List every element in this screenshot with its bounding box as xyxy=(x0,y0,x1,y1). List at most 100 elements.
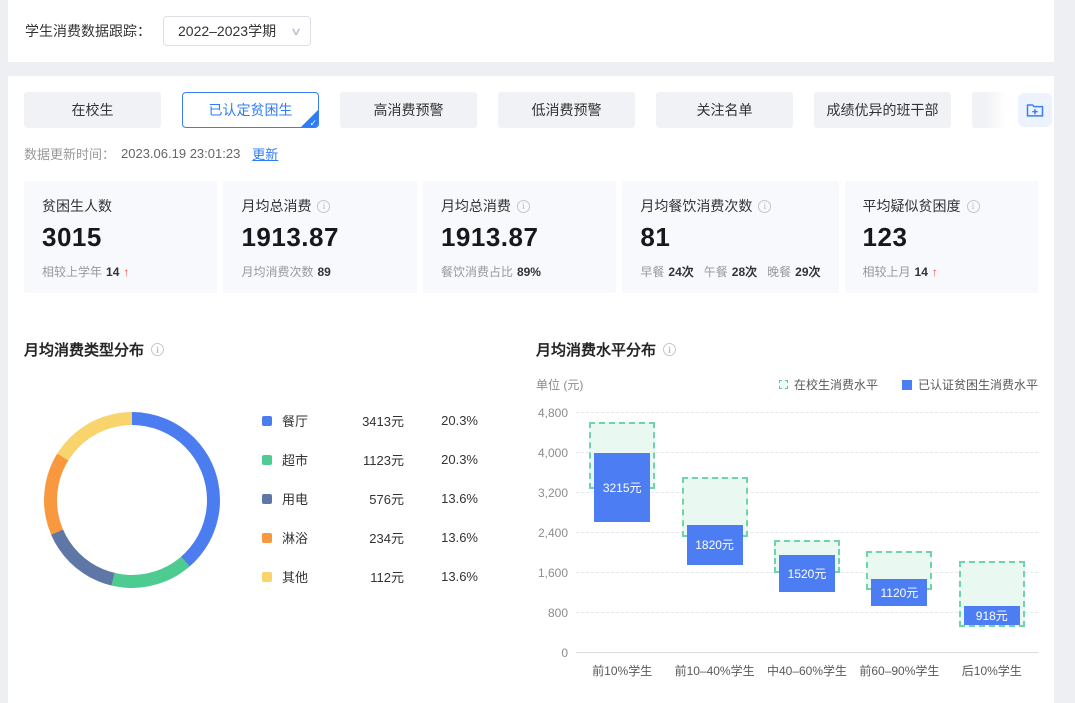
tab-label: 关注名单 xyxy=(697,100,753,120)
card-title-row: 月均总消费 i xyxy=(241,196,398,216)
card-value: 123 xyxy=(863,222,1020,253)
app-shell: 学生消费数据跟踪： 2022–2023学期 ∨ 在校生 已认定贫困生 ✓ 高消费预警 低… xyxy=(8,0,1054,703)
bar-chart-title-row: 月均消费水平分布 i xyxy=(536,339,1038,360)
card-value: 1913.87 xyxy=(441,222,598,253)
bar-chart-legend: 在校生消费水平 已认证贫困生消费水平 xyxy=(779,376,1038,393)
tab-label: 成绩优异的班干部 xyxy=(827,100,939,120)
legend-swatch xyxy=(262,455,272,465)
card-footer: 早餐24次 午餐28次 晚餐29次 xyxy=(640,263,820,280)
info-icon[interactable]: i xyxy=(758,200,771,213)
y-axis-tick: 0 xyxy=(536,646,568,660)
card-title-row: 月均餐饮消费次数 i xyxy=(640,196,820,216)
legend-swatch xyxy=(262,572,272,582)
trend-up-icon: ↑ xyxy=(123,265,129,279)
bar-chart-plot: 08001,6002,4003,2004,0004,8003215元前10%学生… xyxy=(536,413,1038,653)
x-axis-label: 前10–40%学生 xyxy=(668,662,760,679)
stat-card-monthly-total-1: 月均总消费 i 1913.87 月均消费次数 89 xyxy=(223,181,416,293)
info-icon[interactable]: i xyxy=(317,200,330,213)
bar-chart-meta-row: 单位 (元) 在校生消费水平 已认证贫困生消费水平 xyxy=(536,376,1038,393)
y-axis-tick: 4,000 xyxy=(536,446,568,460)
x-axis-label: 前10%学生 xyxy=(576,662,668,679)
card-title-row: 月均总消费 i xyxy=(441,196,598,216)
trend-up-icon: ↑ xyxy=(932,265,938,279)
tab-5[interactable]: 成绩优异的班干部 xyxy=(814,92,951,128)
pie-chart-body: 餐厅 3413元 20.3% 超市 1123元 20.3% 用电 xyxy=(24,412,492,602)
card-value: 1913.87 xyxy=(241,222,398,253)
card-value: 81 xyxy=(640,222,820,253)
info-icon[interactable]: i xyxy=(517,200,530,213)
tab-label: 高消费预警 xyxy=(374,100,444,120)
poor-student-bar: 918元 xyxy=(964,606,1020,626)
solid-swatch-icon xyxy=(902,380,912,390)
poor-student-bar: 1820元 xyxy=(687,525,743,565)
y-axis-tick: 1,600 xyxy=(536,566,568,580)
stat-card-poor-count: 贫困生人数 3015 相较上学年 14 ↑ xyxy=(24,181,217,293)
tab-3[interactable]: 低消费预警 xyxy=(498,92,635,128)
tab-partial-cutoff[interactable] xyxy=(972,92,1006,128)
add-group-button[interactable] xyxy=(1018,93,1052,127)
poor-student-bar: 1520元 xyxy=(779,555,835,592)
y-axis-tick: 3,200 xyxy=(536,486,568,500)
semester-select[interactable]: 2022–2023学期 ∨ xyxy=(163,16,311,46)
folder-plus-icon xyxy=(1025,100,1045,120)
data-update-bar: 数据更新时间： 2023.06.19 23:01:23 更新 xyxy=(24,144,1038,163)
legend-item-shower[interactable]: 淋浴 234元 13.6% xyxy=(262,524,492,551)
tab-1[interactable]: 已认定贫困生 ✓ xyxy=(182,92,319,128)
top-header-bar: 学生消费数据跟踪： 2022–2023学期 ∨ xyxy=(8,0,1054,62)
consumption-level-chart-section: 月均消费水平分布 i 单位 (元) 在校生消费水平 已认证贫困生消费水平 xyxy=(536,339,1038,653)
update-timestamp: 2023.06.19 23:01:23 xyxy=(121,146,240,161)
legend-item-canteen[interactable]: 餐厅 3413元 20.3% xyxy=(262,407,492,434)
charts-row: 月均消费类型分布 i 餐厅 3413元 20.3% xyxy=(24,339,1038,653)
info-icon[interactable]: i xyxy=(967,200,980,213)
pie-chart-title-row: 月均消费类型分布 i xyxy=(24,339,492,360)
legend-swatch xyxy=(262,533,272,543)
semester-select-value: 2022–2023学期 xyxy=(178,21,276,41)
card-footer: 月均消费次数 89 xyxy=(241,263,398,280)
legend-swatch xyxy=(262,494,272,504)
donut-chart xyxy=(44,412,220,588)
card-title: 月均总消费 xyxy=(241,196,311,216)
y-axis-unit-label: 单位 (元) xyxy=(536,376,583,393)
refresh-link[interactable]: 更新 xyxy=(252,144,278,163)
tab-2[interactable]: 高消费预警 xyxy=(340,92,477,128)
card-title-row: 贫困生人数 xyxy=(42,196,199,216)
pie-chart-title: 月均消费类型分布 xyxy=(24,339,144,360)
legend-item-other[interactable]: 其他 112元 13.6% xyxy=(262,563,492,590)
y-axis-tick: 800 xyxy=(536,606,568,620)
check-icon: ✓ xyxy=(309,118,317,128)
card-title: 月均总消费 xyxy=(441,196,511,216)
tab-label: 在校生 xyxy=(72,100,114,120)
dashed-swatch-icon xyxy=(779,380,788,389)
card-title: 月均餐饮消费次数 xyxy=(640,196,752,216)
donut-hole xyxy=(57,425,207,575)
tab-0[interactable]: 在校生 xyxy=(24,92,161,128)
info-icon[interactable]: i xyxy=(663,343,676,356)
info-icon[interactable]: i xyxy=(151,343,164,356)
tab-label: 已认定贫困生 xyxy=(209,100,293,120)
y-axis-tick: 2,400 xyxy=(536,526,568,540)
y-axis-tick: 4,800 xyxy=(536,406,568,420)
stat-card-poverty-index: 平均疑似贫困度 i 123 相较上月 14 ↑ xyxy=(845,181,1038,293)
bar-chart-title: 月均消费水平分布 xyxy=(536,339,656,360)
card-title-row: 平均疑似贫困度 i xyxy=(863,196,1020,216)
legend-item-electricity[interactable]: 用电 576元 13.6% xyxy=(262,485,492,512)
gridline xyxy=(576,412,1038,413)
chevron-down-icon: ∨ xyxy=(290,25,302,38)
poor-student-bar: 3215元 xyxy=(594,453,650,522)
x-axis-label: 中40–60%学生 xyxy=(761,662,853,679)
pie-legend: 餐厅 3413元 20.3% 超市 1123元 20.3% 用电 xyxy=(262,407,492,602)
legend-item-supermarket[interactable]: 超市 1123元 20.3% xyxy=(262,446,492,473)
legend-item-campus-level[interactable]: 在校生消费水平 xyxy=(779,376,878,393)
card-footer: 相较上月 14 ↑ xyxy=(863,263,1020,280)
stat-card-meal-count: 月均餐饮消费次数 i 81 早餐24次 午餐28次 晚餐29次 xyxy=(622,181,838,293)
x-axis-label: 前60–90%学生 xyxy=(853,662,945,679)
legend-item-poor-level[interactable]: 已认证贫困生消费水平 xyxy=(902,376,1038,393)
card-value: 3015 xyxy=(42,222,199,253)
tab-4[interactable]: 关注名单 xyxy=(656,92,793,128)
x-axis-label: 后10%学生 xyxy=(946,662,1038,679)
tabs-list: 在校生 已认定贫困生 ✓ 高消费预警 低消费预警 关注名单 成绩优异的班干部 xyxy=(24,92,951,128)
gridline xyxy=(576,532,1038,533)
card-title: 贫困生人数 xyxy=(42,196,112,216)
tabs-row: 在校生 已认定贫困生 ✓ 高消费预警 低消费预警 关注名单 成绩优异的班干部 xyxy=(24,92,1038,128)
tab-label: 低消费预警 xyxy=(532,100,602,120)
